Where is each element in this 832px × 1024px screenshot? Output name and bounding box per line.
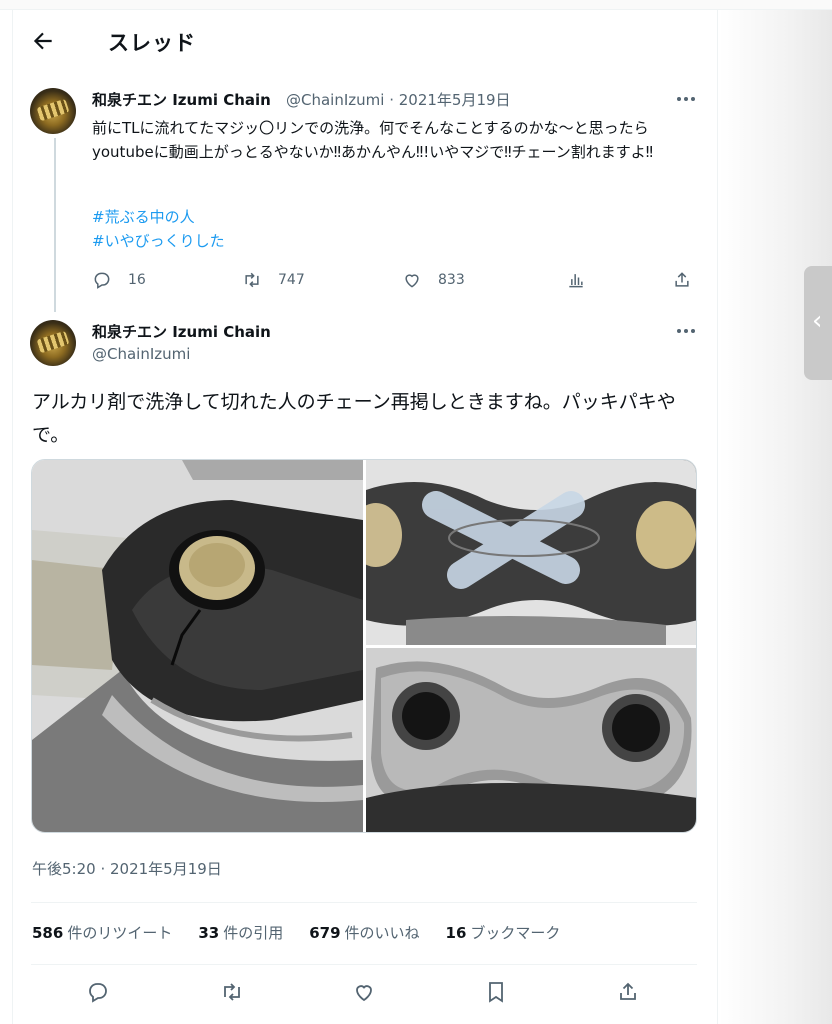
retweet-button[interactable]: 747: [242, 270, 305, 290]
divider: [31, 964, 697, 965]
author-name[interactable]: 和泉チエン Izumi Chain: [92, 89, 271, 110]
reply-count: 16: [128, 272, 146, 288]
avatar[interactable]: [30, 320, 76, 366]
reply-icon: [94, 272, 110, 289]
analytics-button[interactable]: [566, 270, 602, 290]
page-title: スレッド: [108, 31, 196, 55]
tweet-timestamp[interactable]: 午後5:20 · 2021年5月19日: [32, 858, 222, 879]
chain-plate-photo-marked[interactable]: [366, 460, 696, 645]
bookmark-stat[interactable]: 16 ブックマーク: [446, 922, 561, 943]
like-count: 833: [438, 272, 465, 288]
like-icon: [356, 985, 372, 1002]
share-button[interactable]: [616, 980, 640, 1008]
tweet-date[interactable]: · 2021年5月19日: [389, 91, 510, 109]
more-icon[interactable]: [676, 328, 696, 334]
media-grid: [31, 459, 697, 833]
hashtag-link[interactable]: #いやびっくりした: [92, 230, 225, 251]
bookmark-icon: [489, 982, 503, 1003]
like-icon: [405, 274, 419, 288]
like-button[interactable]: 833: [402, 270, 465, 290]
analytics-icon: [569, 274, 583, 288]
share-icon: [620, 982, 636, 1000]
chain-link-photo-cracked[interactable]: [32, 460, 363, 832]
hashtag-link[interactable]: #荒ぶる中の人: [92, 206, 195, 227]
retweet-icon: [224, 983, 240, 1001]
chevron-left-icon: ‹: [812, 306, 823, 336]
tweet-text: アルカリ剤で洗浄して切れた人のチェーン再掲しときますね。パッキパキやで。: [32, 391, 676, 446]
back-arrow-icon[interactable]: [30, 28, 56, 54]
browser-top-strip: [0, 0, 832, 10]
author-handle[interactable]: @ChainIzumi: [92, 345, 190, 363]
avatar[interactable]: [30, 88, 76, 134]
like-stat[interactable]: 679 件のいいね: [309, 922, 419, 943]
quote-stat[interactable]: 33 件の引用: [198, 922, 283, 943]
retweet-count: 747: [278, 272, 305, 288]
tweet-stats: 586 件のリツイート 33 件の引用 679 件のいいね 16 ブックマーク: [32, 922, 586, 943]
share-icon: [675, 272, 689, 287]
thread-connector-line: [54, 138, 56, 312]
reply-button[interactable]: [86, 980, 110, 1008]
bookmark-button[interactable]: [484, 980, 508, 1008]
like-button[interactable]: [352, 980, 376, 1008]
share-button[interactable]: [672, 270, 708, 290]
divider: [31, 902, 697, 903]
retweet-icon: [245, 272, 259, 288]
retweet-button[interactable]: [220, 980, 244, 1008]
author-handle-and-date[interactable]: @ChainIzumi · 2021年5月19日: [286, 89, 511, 110]
more-icon[interactable]: [676, 96, 696, 102]
thread-header: スレッド: [12, 10, 718, 72]
reply-icon: [89, 983, 107, 1003]
retweet-stat[interactable]: 586 件のリツイート: [32, 922, 172, 943]
side-panel-handle[interactable]: ‹: [804, 266, 832, 380]
author-name[interactable]: 和泉チエン Izumi Chain: [92, 321, 271, 342]
right-gutter: [719, 10, 832, 1024]
author-handle[interactable]: @ChainIzumi: [286, 91, 384, 109]
reply-button[interactable]: 16: [92, 270, 146, 290]
tweet-text: 前にTLに流れてたマジッ〇リンでの洗浄。何でそんなことするのかな〜と思ったらyo…: [92, 119, 654, 161]
chain-outer-link-photo[interactable]: [366, 648, 696, 832]
